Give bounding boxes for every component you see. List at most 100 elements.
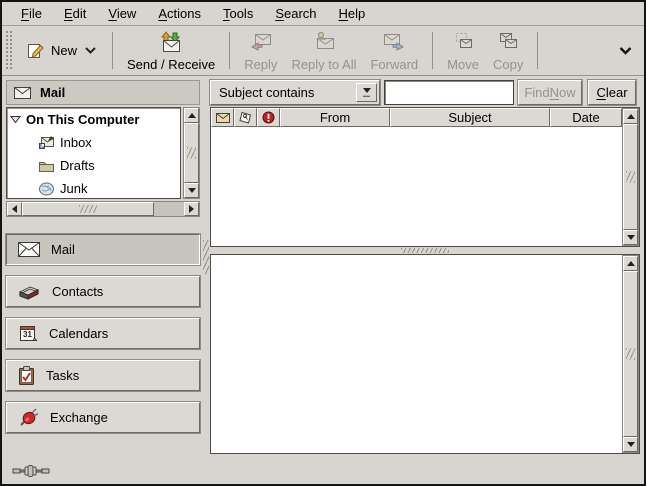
- menu-help[interactable]: Help: [328, 4, 377, 23]
- column-subject[interactable]: Subject: [390, 108, 550, 127]
- preview-body[interactable]: [211, 255, 622, 453]
- column-flag[interactable]: [234, 108, 257, 127]
- inbox-icon: [38, 135, 55, 150]
- tree-item-drafts[interactable]: Drafts: [7, 154, 180, 177]
- forward-button[interactable]: Forward: [363, 28, 425, 73]
- menu-edit[interactable]: Edit: [53, 4, 97, 23]
- scroll-thumb[interactable]: [623, 271, 638, 437]
- sidebar: Mail On This Computer: [2, 76, 202, 458]
- reply-icon: [248, 30, 274, 54]
- search-input[interactable]: [384, 80, 514, 105]
- switcher-label: Calendars: [49, 326, 108, 341]
- main-pane: Subject contains Find Now Clear: [210, 76, 644, 458]
- drafts-folder-icon: [38, 159, 55, 173]
- tree-item-label: Junk: [60, 181, 87, 196]
- column-from-label: From: [320, 110, 350, 125]
- tasks-icon: [18, 366, 35, 386]
- tree-vertical-scrollbar: [183, 107, 200, 199]
- mail-icon: [18, 242, 40, 257]
- tree-item-label: Inbox: [60, 135, 92, 150]
- content-area: Mail On This Computer: [2, 76, 644, 458]
- menu-tools[interactable]: Tools: [212, 4, 264, 23]
- send-receive-icon: [158, 30, 184, 54]
- reply-all-icon: [311, 30, 337, 54]
- menu-actions[interactable]: Actions: [147, 4, 212, 23]
- calendars-icon: 31: [18, 324, 38, 343]
- menu-search[interactable]: Search: [264, 4, 327, 23]
- menubar: File Edit View Actions Tools Search Help: [2, 2, 644, 26]
- tree-root-on-this-computer[interactable]: On This Computer: [7, 108, 180, 131]
- reply-button[interactable]: Reply: [237, 28, 284, 73]
- evolution-window: File Edit View Actions Tools Search Help…: [0, 0, 646, 486]
- tree-expander-icon[interactable]: [10, 115, 21, 124]
- new-dropdown-chevron-icon: [85, 47, 96, 54]
- scroll-right-button[interactable]: [184, 202, 199, 216]
- column-priority[interactable]: [257, 108, 280, 127]
- new-button[interactable]: New: [17, 28, 105, 73]
- toolbar-separator: [537, 32, 538, 69]
- junk-icon: [38, 181, 55, 196]
- toolbar: New Send / Receive: [2, 26, 644, 76]
- search-criteria-dropdown[interactable]: Subject contains: [210, 80, 380, 105]
- toolbar-overflow-button[interactable]: [613, 43, 638, 59]
- scroll-up-button[interactable]: [184, 108, 199, 123]
- send-receive-button[interactable]: Send / Receive: [120, 28, 222, 73]
- scroll-trough[interactable]: [154, 202, 184, 216]
- clear-button[interactable]: Clear: [588, 80, 636, 105]
- switcher-label: Exchange: [50, 410, 108, 425]
- splitter-grip: [401, 248, 449, 253]
- scroll-thumb[interactable]: [623, 124, 638, 230]
- switcher-button-contacts[interactable]: Contacts: [6, 276, 200, 307]
- search-criteria-value: Subject contains: [211, 85, 354, 100]
- find-now-button[interactable]: Find Now: [518, 80, 582, 105]
- switcher-label: Mail: [51, 242, 75, 257]
- sidebar-splitter[interactable]: [202, 76, 210, 458]
- copy-icon: [495, 30, 521, 54]
- column-date[interactable]: Date: [550, 108, 622, 127]
- column-subject-label: Subject: [448, 110, 491, 125]
- scroll-left-button[interactable]: [7, 202, 22, 216]
- flag-followup-icon: [238, 111, 253, 125]
- scroll-down-button[interactable]: [623, 230, 638, 245]
- sidebar-header-label: Mail: [40, 85, 65, 100]
- switcher-button-calendars[interactable]: 31 Calendars: [6, 318, 200, 349]
- splitter-grip: [203, 240, 209, 274]
- switcher-button-mail[interactable]: Mail: [6, 234, 200, 265]
- menu-view[interactable]: View: [97, 4, 147, 23]
- preview-scrollbar: [622, 255, 639, 453]
- toolbar-drag-handle[interactable]: [5, 30, 13, 71]
- scroll-up-button[interactable]: [623, 256, 638, 271]
- column-message-status[interactable]: [211, 108, 234, 127]
- pane-splitter[interactable]: [210, 247, 640, 254]
- message-list-header: From Subject Date: [211, 108, 622, 127]
- send-receive-label: Send / Receive: [127, 57, 215, 72]
- menu-file[interactable]: File: [10, 4, 53, 23]
- component-switcher: Mail Contacts: [6, 234, 200, 433]
- switcher-button-tasks[interactable]: Tasks: [6, 360, 200, 391]
- move-button[interactable]: Move: [440, 28, 486, 73]
- switcher-label: Tasks: [46, 368, 79, 383]
- toolbar-spacer: [545, 28, 613, 73]
- folder-tree: On This Computer Inbox: [6, 107, 181, 199]
- copy-label: Copy: [493, 57, 523, 72]
- message-list-scrollbar: [622, 108, 639, 246]
- search-bar: Subject contains Find Now Clear: [210, 80, 640, 105]
- switcher-button-exchange[interactable]: Exchange: [6, 402, 200, 433]
- scroll-down-button[interactable]: [623, 437, 638, 452]
- reply-to-all-button[interactable]: Reply to All: [284, 28, 363, 73]
- tree-item-junk[interactable]: Junk: [7, 177, 180, 200]
- copy-button[interactable]: Copy: [486, 28, 530, 73]
- connected-plug-icon[interactable]: [12, 464, 50, 478]
- contacts-icon: [18, 283, 41, 301]
- forward-icon: [381, 30, 407, 54]
- column-from[interactable]: From: [280, 108, 390, 127]
- message-list: From Subject Date: [210, 107, 640, 247]
- scroll-up-button[interactable]: [623, 109, 638, 124]
- scroll-thumb[interactable]: [184, 123, 199, 183]
- tree-item-inbox[interactable]: Inbox: [7, 131, 180, 154]
- scroll-thumb[interactable]: [22, 202, 154, 216]
- forward-label: Forward: [370, 57, 418, 72]
- message-list-body[interactable]: [211, 127, 622, 246]
- new-button-label: New: [51, 43, 77, 58]
- scroll-down-button[interactable]: [184, 183, 199, 198]
